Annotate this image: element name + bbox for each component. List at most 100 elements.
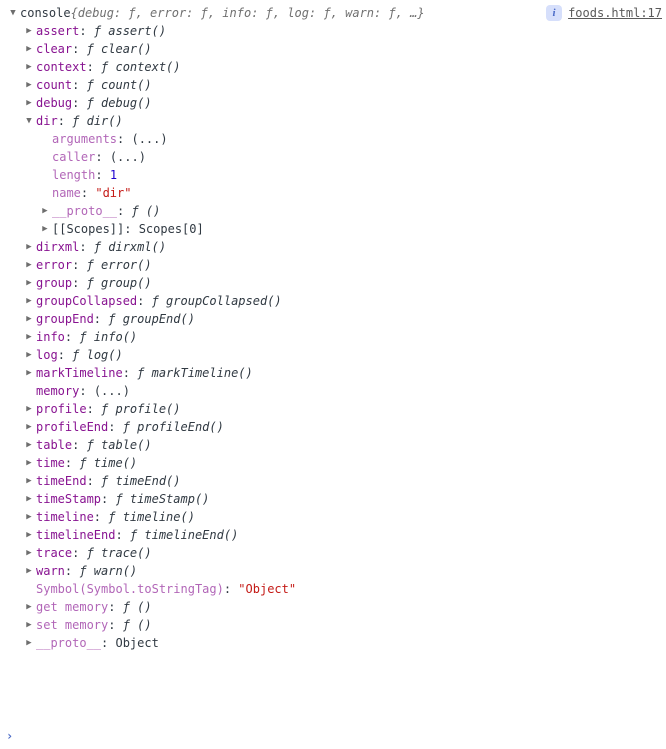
expand-arrow-icon[interactable] [24, 346, 34, 364]
property-row[interactable]: info: ƒ info() [24, 328, 662, 346]
expand-arrow-icon[interactable] [24, 454, 34, 472]
object-summary-row[interactable]: console {debug: ƒ, error: ƒ, info: ƒ, lo… [8, 4, 662, 22]
property-value: ƒ dirxml() [94, 238, 166, 256]
property-row[interactable]: __proto__: ƒ () [40, 202, 662, 220]
source-link[interactable]: foods.html:17 [568, 4, 662, 22]
property-row[interactable]: trace: ƒ trace() [24, 544, 662, 562]
property-value: (...) [94, 382, 130, 400]
property-row[interactable]: caller: (...) [40, 148, 662, 166]
expand-arrow-icon[interactable] [40, 220, 50, 238]
expand-arrow-icon[interactable] [24, 310, 34, 328]
property-row[interactable]: dir: ƒ dir() [24, 112, 662, 130]
property-key: timeStamp [36, 490, 101, 508]
property-row[interactable]: clear: ƒ clear() [24, 40, 662, 58]
colon-separator: : [101, 490, 115, 508]
property-row[interactable]: profile: ƒ profile() [24, 400, 662, 418]
property-row[interactable]: group: ƒ group() [24, 274, 662, 292]
property-key: assert [36, 22, 79, 40]
property-value: "Object" [238, 580, 296, 598]
property-key: log [36, 346, 58, 364]
expand-arrow-icon[interactable] [24, 598, 34, 616]
expand-arrow-icon[interactable] [24, 400, 34, 418]
property-row[interactable]: arguments: (...) [40, 130, 662, 148]
property-row[interactable]: warn: ƒ warn() [24, 562, 662, 580]
expand-arrow-icon[interactable] [24, 472, 34, 490]
property-row[interactable]: timeEnd: ƒ timeEnd() [24, 472, 662, 490]
property-row[interactable]: timeline: ƒ timeline() [24, 508, 662, 526]
colon-separator: : [108, 598, 122, 616]
colon-separator: : [72, 274, 86, 292]
property-value: ƒ error() [87, 256, 152, 274]
property-row[interactable]: groupCollapsed: ƒ groupCollapsed() [24, 292, 662, 310]
expand-arrow-icon[interactable] [8, 4, 18, 22]
info-badge-icon[interactable]: i [546, 5, 562, 21]
property-row[interactable]: timelineEnd: ƒ timelineEnd() [24, 526, 662, 544]
property-row[interactable]: profileEnd: ƒ profileEnd() [24, 418, 662, 436]
expand-arrow-icon[interactable] [24, 40, 34, 58]
property-key: timeline [36, 508, 94, 526]
property-key: table [36, 436, 72, 454]
expand-arrow-icon[interactable] [24, 364, 34, 382]
property-row[interactable]: [[Scopes]]: Scopes[0] [40, 220, 662, 238]
property-value: Object [115, 634, 158, 652]
expand-arrow-icon[interactable] [24, 76, 34, 94]
property-value: 1 [110, 166, 117, 184]
expand-arrow-icon[interactable] [40, 202, 50, 220]
property-row[interactable]: length: 1 [40, 166, 662, 184]
property-row[interactable]: error: ƒ error() [24, 256, 662, 274]
property-row[interactable]: assert: ƒ assert() [24, 22, 662, 40]
expand-arrow-icon[interactable] [24, 562, 34, 580]
property-value: ƒ table() [87, 436, 152, 454]
property-row[interactable]: count: ƒ count() [24, 76, 662, 94]
property-row[interactable]: Symbol(Symbol.toStringTag): "Object" [24, 580, 662, 598]
expand-arrow-icon[interactable] [24, 544, 34, 562]
property-key: dirxml [36, 238, 79, 256]
property-value: ƒ timeStamp() [115, 490, 209, 508]
property-key: get memory [36, 598, 108, 616]
expand-arrow-icon[interactable] [24, 58, 34, 76]
property-key: __proto__ [36, 634, 101, 652]
property-row[interactable]: memory: (...) [24, 382, 662, 400]
colon-separator: : [58, 346, 72, 364]
console-prompt-icon[interactable]: › [6, 729, 13, 743]
expand-arrow-icon[interactable] [24, 292, 34, 310]
property-row[interactable]: time: ƒ time() [24, 454, 662, 472]
property-row[interactable]: timeStamp: ƒ timeStamp() [24, 490, 662, 508]
expand-arrow-icon[interactable] [24, 328, 34, 346]
property-row[interactable]: name: "dir" [40, 184, 662, 202]
expand-arrow-icon[interactable] [24, 616, 34, 634]
property-row[interactable]: markTimeline: ƒ markTimeline() [24, 364, 662, 382]
property-key: time [36, 454, 65, 472]
property-row[interactable]: context: ƒ context() [24, 58, 662, 76]
expand-arrow-icon[interactable] [24, 112, 34, 130]
property-row[interactable]: get memory: ƒ () [24, 598, 662, 616]
expand-arrow-icon[interactable] [24, 256, 34, 274]
property-value: ƒ time() [79, 454, 137, 472]
property-row[interactable]: dirxml: ƒ dirxml() [24, 238, 662, 256]
property-row[interactable]: __proto__: Object [24, 634, 662, 652]
expand-arrow-icon[interactable] [24, 490, 34, 508]
expand-arrow-icon[interactable] [24, 526, 34, 544]
expand-arrow-icon[interactable] [24, 274, 34, 292]
expand-arrow-icon[interactable] [24, 436, 34, 454]
expand-arrow-icon[interactable] [24, 634, 34, 652]
colon-separator: : [72, 40, 86, 58]
expand-arrow-icon[interactable] [24, 22, 34, 40]
colon-separator: : [65, 454, 79, 472]
colon-separator: : [65, 562, 79, 580]
expand-arrow-icon[interactable] [24, 508, 34, 526]
property-row[interactable]: set memory: ƒ () [24, 616, 662, 634]
property-row[interactable]: table: ƒ table() [24, 436, 662, 454]
property-row[interactable]: groupEnd: ƒ groupEnd() [24, 310, 662, 328]
property-value: ƒ group() [87, 274, 152, 292]
colon-separator: : [117, 202, 131, 220]
property-row[interactable]: log: ƒ log() [24, 346, 662, 364]
colon-separator: : [72, 76, 86, 94]
object-name: console [20, 4, 71, 22]
property-row[interactable]: debug: ƒ debug() [24, 94, 662, 112]
property-value: ƒ dir() [72, 112, 123, 130]
colon-separator: : [87, 58, 101, 76]
expand-arrow-icon[interactable] [24, 418, 34, 436]
expand-arrow-icon[interactable] [24, 94, 34, 112]
expand-arrow-icon[interactable] [24, 238, 34, 256]
